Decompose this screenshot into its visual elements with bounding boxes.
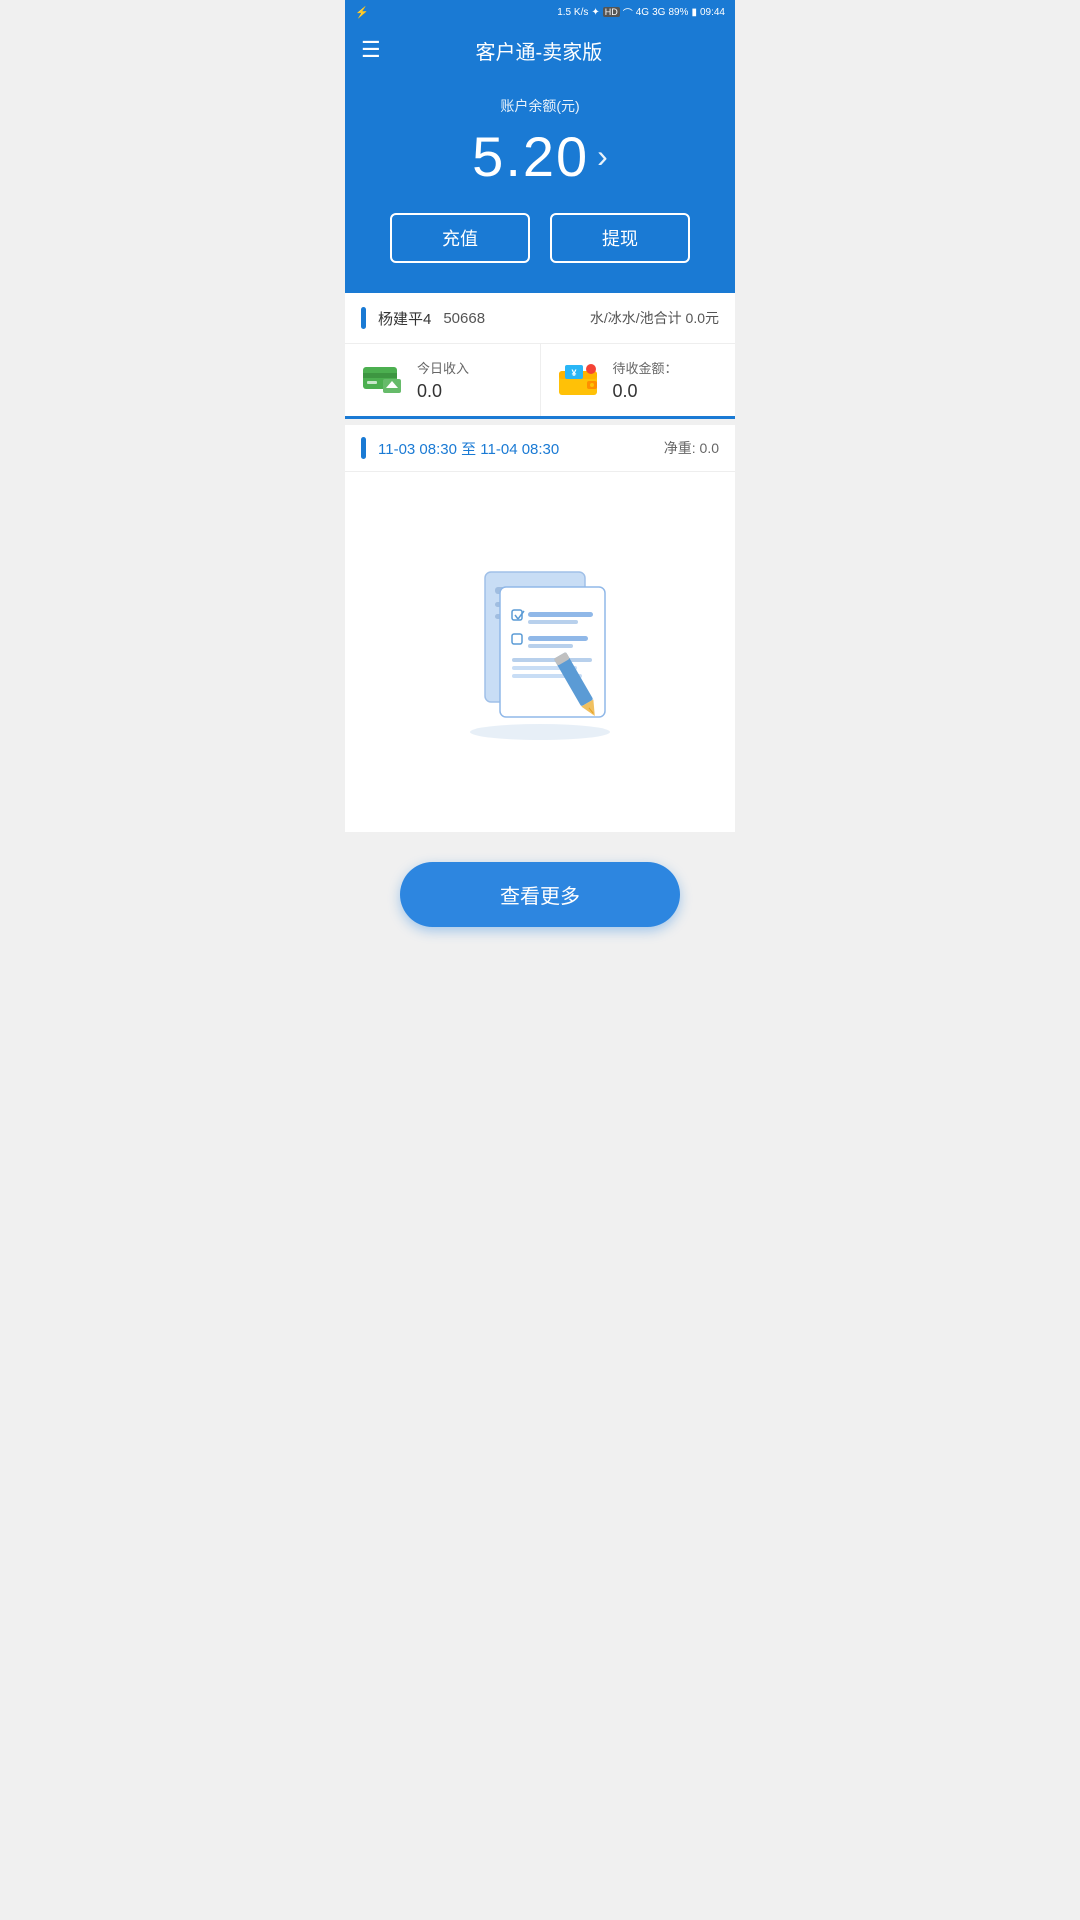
withdraw-button[interactable]: 提现 (550, 213, 690, 263)
today-income-item[interactable]: 今日收入 0.0 (345, 344, 541, 416)
balance-amount: 5.20 (472, 124, 589, 189)
empty-illustration (430, 532, 650, 752)
app-header: ☰ 客户通-卖家版 (345, 24, 735, 76)
user-name: 杨建平4 (378, 308, 431, 329)
today-income-info: 今日收入 0.0 (417, 358, 469, 402)
battery-icon: ▮ (691, 7, 697, 18)
usb-icon: ⚡ (355, 6, 369, 19)
svg-text:¥: ¥ (571, 368, 576, 378)
status-left: ⚡ (355, 6, 369, 19)
bluetooth-icon: ✦ (591, 7, 599, 18)
today-income-label: 今日收入 (417, 358, 469, 377)
water-balance: 水/冰水/池合计 0.0元 (590, 308, 719, 328)
bottom-area: 查看更多 (345, 832, 735, 967)
net-weight: 净重: 0.0 (664, 438, 719, 458)
pending-info: 待收金额： 0.0 (613, 358, 678, 402)
stats-row: 今日收入 0.0 ¥ 待收金额： 0.0 (345, 344, 735, 419)
balance-actions: 充值 提现 (365, 213, 715, 263)
balance-chevron-icon: › (597, 138, 608, 175)
main-card: 杨建平4 50668 水/冰水/池合计 0.0元 今日收入 0.0 (345, 293, 735, 419)
pending-value: 0.0 (613, 381, 678, 402)
battery-level: 89% (668, 7, 688, 18)
recharge-button[interactable]: 充值 (390, 213, 530, 263)
menu-icon[interactable]: ☰ (361, 37, 381, 63)
wifi-icon: ⌒ (623, 5, 633, 20)
user-id: 50668 (443, 310, 485, 327)
signal-4g: 4G (636, 7, 649, 18)
view-more-button[interactable]: 查看更多 (400, 862, 680, 927)
balance-label: 账户余额(元) (365, 96, 715, 116)
date-indicator (361, 437, 366, 459)
status-bar: ⚡ 1.5 K/s ✦ HD ⌒ 4G 3G 89% ▮ 09:44 (345, 0, 735, 24)
balance-amount-row[interactable]: 5.20 › (365, 124, 715, 189)
income-icon (361, 361, 405, 399)
empty-state (345, 472, 735, 832)
clock: 09:44 (700, 7, 725, 18)
date-row: 11-03 08:30 至 11-04 08:30 净重: 0.0 (345, 425, 735, 472)
app-title: 客户通-卖家版 (391, 36, 687, 65)
network-speed: 1.5 K/s (557, 7, 588, 18)
user-row: 杨建平4 50668 水/冰水/池合计 0.0元 (345, 293, 735, 344)
status-right: 1.5 K/s ✦ HD ⌒ 4G 3G 89% ▮ 09:44 (557, 5, 725, 20)
today-income-value: 0.0 (417, 381, 469, 402)
wallet-icon: ¥ (557, 361, 601, 399)
balance-section: 账户余额(元) 5.20 › 充值 提现 (345, 76, 735, 293)
pending-item[interactable]: ¥ 待收金额： 0.0 (541, 344, 736, 416)
hd-badge: HD (603, 7, 620, 17)
signal-3g: 3G (652, 7, 665, 18)
date-range: 11-03 08:30 至 11-04 08:30 (378, 438, 664, 459)
user-indicator (361, 307, 366, 329)
pending-label: 待收金额： (613, 358, 678, 377)
